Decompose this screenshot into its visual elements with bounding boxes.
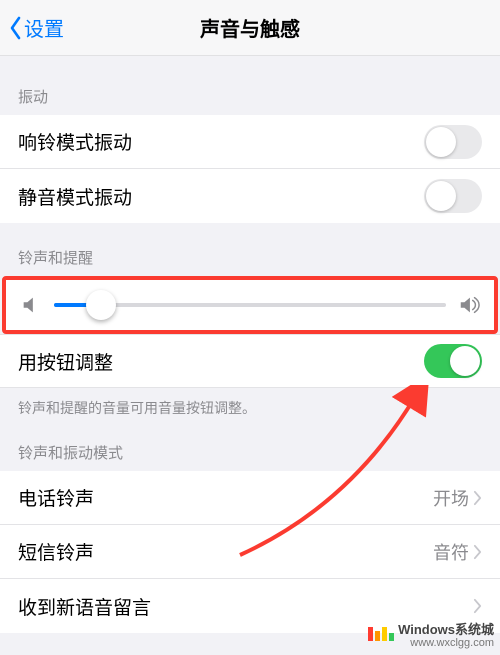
chevron-right-icon: [473, 490, 482, 506]
chevron-left-icon: [8, 16, 22, 40]
volume-slider-row[interactable]: [2, 276, 498, 334]
row-label: 响铃模式振动: [18, 128, 132, 155]
group-patterns: 电话铃声 开场 短信铃声 音符 收到新语音留言: [0, 471, 500, 633]
watermark-text: Windows系统城: [398, 622, 494, 637]
navbar: 设置 声音与触感: [0, 0, 500, 56]
group-vibration: 响铃模式振动 静音模式振动: [0, 115, 500, 223]
back-label: 设置: [24, 13, 64, 42]
row-text-tone[interactable]: 短信铃声 音符: [0, 525, 500, 579]
row-value: 开场: [433, 485, 469, 511]
row-label: 静音模式振动: [18, 183, 132, 210]
row-label: 电话铃声: [18, 484, 94, 511]
section-header-ringer: 铃声和提醒: [0, 223, 500, 276]
page-title: 声音与触感: [200, 13, 300, 42]
row-label: 用按钮调整: [18, 348, 113, 375]
speaker-low-icon: [20, 294, 42, 316]
row-change-with-buttons[interactable]: 用按钮调整: [0, 334, 500, 388]
back-button[interactable]: 设置: [8, 13, 64, 42]
row-vibrate-on-ring[interactable]: 响铃模式振动: [0, 115, 500, 169]
section-header-vibration: 振动: [0, 56, 500, 115]
row-label: 短信铃声: [18, 538, 94, 565]
watermark-url: www.wxclgg.com: [398, 637, 494, 649]
caption-change-with-buttons: 铃声和提醒的音量可用音量按钮调整。: [0, 388, 500, 418]
watermark: Windows系统城 www.wxclgg.com: [368, 619, 494, 649]
row-ringtone[interactable]: 电话铃声 开场: [0, 471, 500, 525]
section-header-patterns: 铃声和振动模式: [0, 418, 500, 471]
watermark-logo-icon: [368, 627, 394, 641]
volume-slider[interactable]: [54, 303, 446, 307]
row-value: 音符: [433, 539, 469, 565]
row-vibrate-on-silent[interactable]: 静音模式振动: [0, 169, 500, 223]
switch-vibrate-on-ring[interactable]: [424, 125, 482, 159]
speaker-high-icon: [458, 294, 480, 316]
switch-change-with-buttons[interactable]: [424, 344, 482, 378]
chevron-right-icon: [473, 598, 482, 614]
chevron-right-icon: [473, 544, 482, 560]
switch-vibrate-on-silent[interactable]: [424, 179, 482, 213]
row-label: 收到新语音留言: [18, 593, 151, 620]
